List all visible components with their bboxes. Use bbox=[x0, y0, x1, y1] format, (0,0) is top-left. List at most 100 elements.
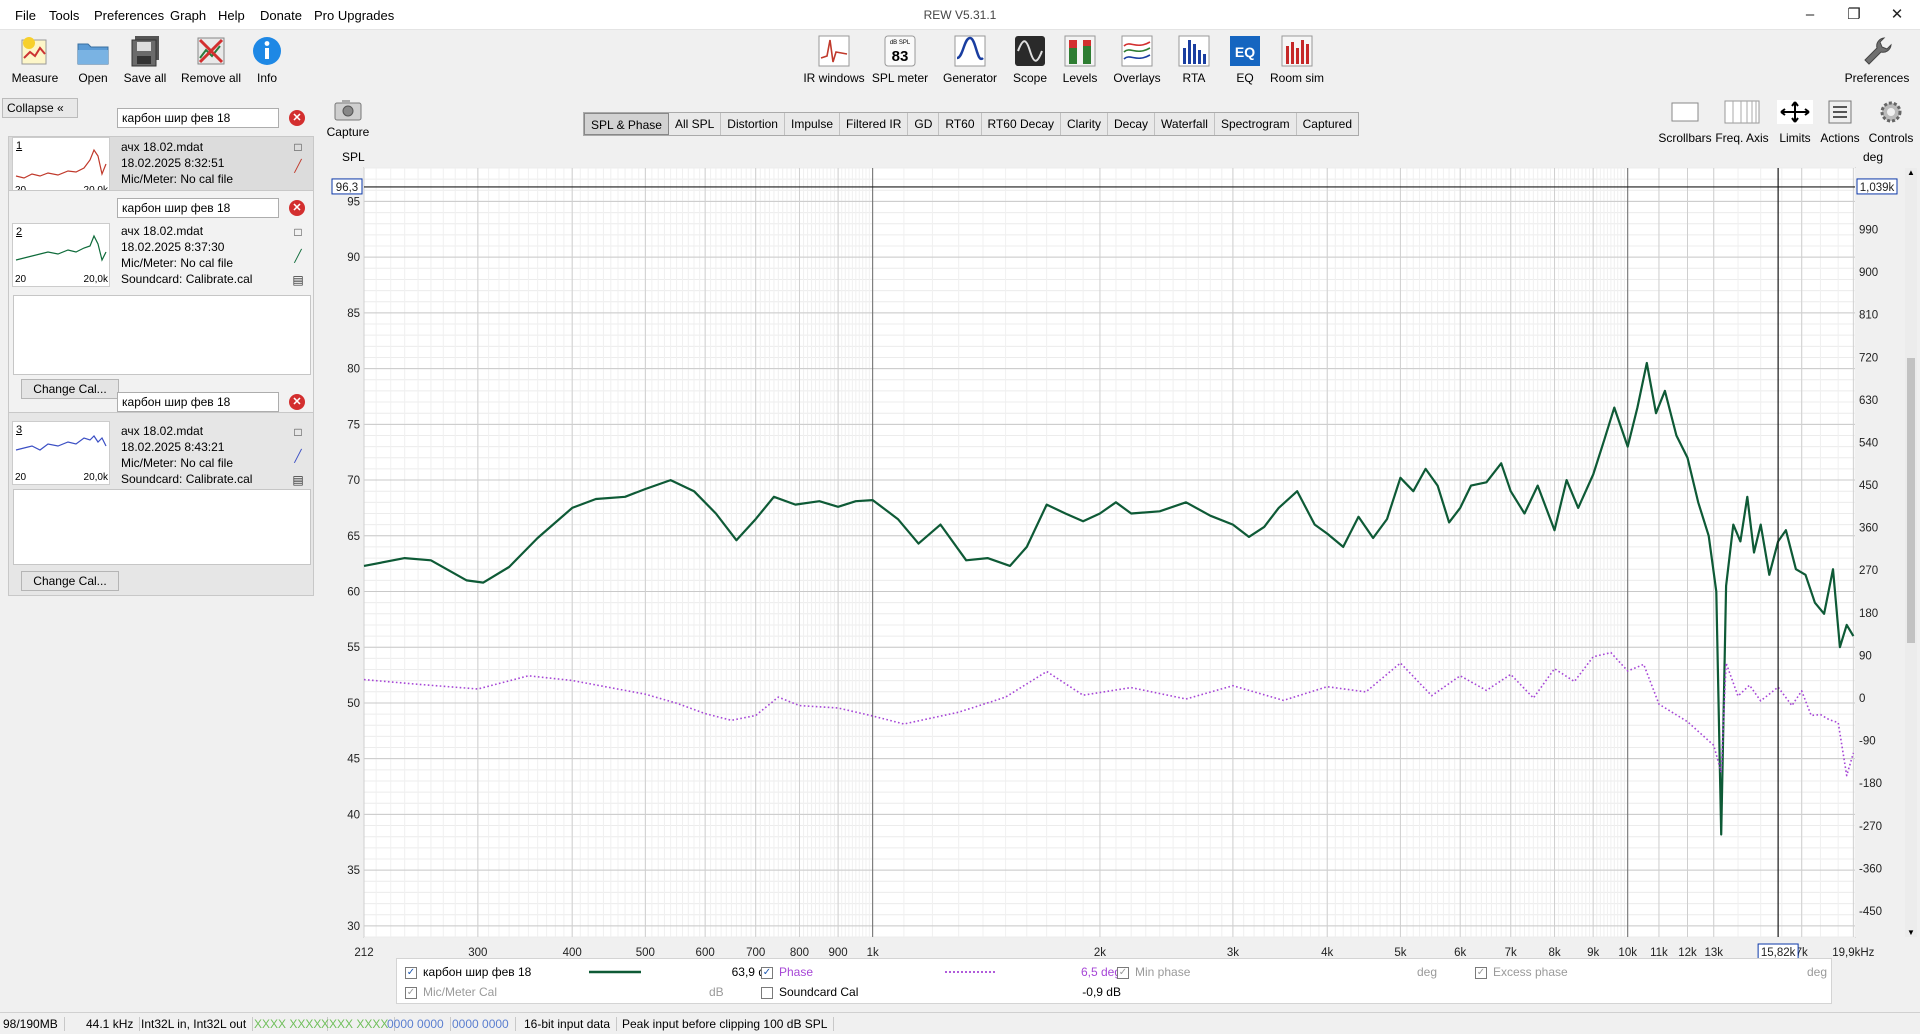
y-tick-label: 30 bbox=[347, 921, 360, 933]
remove-measurement-2-button[interactable]: ✕ bbox=[289, 200, 305, 216]
tab-all-spl[interactable]: All SPL bbox=[669, 113, 722, 135]
save-all-button[interactable]: Save all bbox=[110, 34, 180, 90]
measurement-name-input-1[interactable]: карбон шир фев 18 bbox=[117, 108, 279, 128]
room-sim-button[interactable]: Room sim bbox=[1262, 34, 1332, 90]
tab-spectrogram[interactable]: Spectrogram bbox=[1215, 113, 1297, 135]
tab-rt60-decay[interactable]: RT60 Decay bbox=[982, 113, 1061, 135]
measurement-soundcard-3: Soundcard: Calibrate.cal bbox=[121, 472, 253, 486]
tab-filtered-ir[interactable]: Filtered IR bbox=[840, 113, 909, 135]
cursor-phase-box bbox=[1856, 178, 1898, 195]
y2-tick-label: -450 bbox=[1859, 906, 1882, 918]
menu-tools[interactable]: Tools bbox=[49, 8, 79, 23]
spl-meter-label: SPL meter bbox=[871, 71, 929, 85]
svg-text:EQ: EQ bbox=[1235, 44, 1255, 60]
trace-spl-value: 63,9 dB bbox=[731, 965, 773, 979]
measurement-name-input-3[interactable]: карбон шир фев 18 bbox=[117, 392, 279, 412]
pen-icon-3[interactable]: ╱ bbox=[291, 449, 305, 463]
freq-axis-label: Freq. Axis bbox=[1715, 131, 1769, 145]
min-phase-checkbox[interactable]: ✓ bbox=[1117, 967, 1129, 979]
y-tick-label: 60 bbox=[347, 587, 360, 599]
menu-donate[interactable]: Donate bbox=[260, 8, 302, 23]
menu-file[interactable]: File bbox=[15, 8, 36, 23]
min-phase-label: Min phase bbox=[1135, 965, 1191, 979]
graph-legend: ✓ карбон шир фев 18 63,9 dB ✓ Phase 6,5 … bbox=[396, 958, 1832, 1004]
y2-tick-label: 0 bbox=[1859, 693, 1865, 705]
tab-clarity[interactable]: Clarity bbox=[1061, 113, 1109, 135]
measurement-mic-1: Mic/Meter: No cal file bbox=[121, 172, 234, 186]
controls-label: Controls bbox=[1868, 131, 1914, 145]
collapse-button[interactable]: Collapse « bbox=[2, 98, 78, 118]
change-cal-button-2[interactable]: Change Cal... bbox=[21, 379, 119, 399]
menu-graph[interactable]: Graph bbox=[170, 8, 206, 23]
y-tick-label: 90 bbox=[347, 252, 360, 264]
measurement-file-1: ачх 18.02.mdat bbox=[121, 140, 204, 154]
minimize-button[interactable]: – bbox=[1790, 4, 1830, 26]
limits-icon bbox=[1777, 100, 1813, 124]
notes-box-2[interactable] bbox=[13, 295, 311, 375]
capture-label: Capture bbox=[326, 125, 370, 139]
y-tick-label: 45 bbox=[347, 754, 360, 766]
graph-color-icon-2[interactable]: □ bbox=[291, 225, 305, 239]
y2-tick-label: -270 bbox=[1859, 821, 1882, 833]
trace-checkbox[interactable]: ✓ bbox=[405, 967, 417, 979]
camera-icon bbox=[334, 100, 362, 121]
measurement-card-1[interactable]: 1 20 20,0k ачх 18.02.mdat 18.02.2025 8:3… bbox=[8, 136, 314, 198]
menu-preferences[interactable]: Preferences bbox=[94, 8, 164, 23]
remove-measurement-1-button[interactable]: ✕ bbox=[289, 110, 305, 126]
scrollbars-button[interactable]: Scrollbars bbox=[1655, 100, 1715, 145]
scroll-up-icon[interactable]: ▲ bbox=[1905, 168, 1917, 177]
menu-pro-upgrades[interactable]: Pro Upgrades bbox=[314, 8, 394, 23]
tab-rt60[interactable]: RT60 bbox=[939, 113, 982, 135]
soundcard-cal-checkbox[interactable] bbox=[761, 987, 773, 999]
tab-decay[interactable]: Decay bbox=[1108, 113, 1156, 135]
scroll-down-icon[interactable]: ▼ bbox=[1905, 928, 1917, 937]
capture-button[interactable]: Capture bbox=[326, 98, 370, 139]
phase-checkbox[interactable]: ✓ bbox=[761, 967, 773, 979]
notes-box-3[interactable] bbox=[13, 489, 311, 565]
preferences-button[interactable]: Preferences bbox=[1842, 34, 1912, 90]
thumb-lo-2: 20 bbox=[15, 274, 27, 285]
remove-measurement-3-button[interactable]: ✕ bbox=[289, 394, 305, 410]
change-cal-button-3[interactable]: Change Cal... bbox=[21, 571, 119, 591]
maximize-button[interactable]: ❐ bbox=[1834, 4, 1874, 26]
freq-axis-button[interactable]: Freq. Axis bbox=[1712, 100, 1772, 145]
scrollbar-thumb[interactable] bbox=[1907, 358, 1915, 643]
pen-icon-1[interactable]: ╱ bbox=[291, 159, 305, 173]
main-toolbar: Measure Open Save all Remove all Info IR… bbox=[0, 30, 1920, 92]
close-window-button[interactable]: ✕ bbox=[1877, 4, 1917, 26]
tab-captured[interactable]: Captured bbox=[1297, 113, 1358, 135]
controls-button[interactable]: Controls bbox=[1861, 100, 1920, 145]
y-tick-label: 55 bbox=[347, 642, 360, 654]
mic-cal-checkbox[interactable]: ✓ bbox=[405, 987, 417, 999]
thumbnail-2: 2 20 20,0k bbox=[12, 223, 110, 287]
excess-phase-checkbox[interactable]: ✓ bbox=[1475, 967, 1487, 979]
tab-gd[interactable]: GD bbox=[908, 113, 940, 135]
info-button[interactable]: Info bbox=[232, 34, 302, 90]
preferences-label: Preferences bbox=[1844, 71, 1910, 85]
vertical-scrollbar[interactable]: ▲ ▼ bbox=[1905, 168, 1917, 937]
menu-help[interactable]: Help bbox=[218, 8, 245, 23]
tab-distortion[interactable]: Distortion bbox=[721, 113, 785, 135]
measure-icon bbox=[21, 37, 47, 65]
rta-icon bbox=[1178, 35, 1210, 67]
measurement-file-3: ачх 18.02.mdat bbox=[121, 424, 204, 438]
ir-windows-button[interactable]: IR windows bbox=[799, 34, 869, 90]
scrollbars-icon bbox=[1671, 102, 1699, 122]
spl-meter-button[interactable]: dB SPL 83 SPL meter bbox=[865, 34, 935, 90]
y-tick-label: 75 bbox=[347, 419, 360, 431]
tab-waterfall[interactable]: Waterfall bbox=[1155, 113, 1215, 135]
cursor-spl-box bbox=[331, 178, 363, 195]
measurement-name-input-2[interactable]: карбон шир фев 18 bbox=[117, 198, 279, 218]
document-icon-3[interactable]: ▤ bbox=[291, 473, 305, 487]
tab-spl-phase[interactable]: SPL & Phase bbox=[584, 113, 669, 135]
graph-color-icon-3[interactable]: □ bbox=[291, 425, 305, 439]
graph-color-icon-1[interactable]: □ bbox=[291, 140, 305, 154]
measurement-soundcard-2: Soundcard: Calibrate.cal bbox=[121, 272, 253, 286]
thumb-hi-2: 20,0k bbox=[83, 274, 108, 285]
pen-icon-2[interactable]: ╱ bbox=[291, 249, 305, 263]
document-icon-2[interactable]: ▤ bbox=[291, 273, 305, 287]
tab-impulse[interactable]: Impulse bbox=[785, 113, 841, 135]
menu-bar: File Tools Preferences Graph Help Donate… bbox=[0, 0, 1920, 30]
y2-tick-label: -180 bbox=[1859, 778, 1882, 790]
measurement-card-3[interactable]: 3 20 20,0k ачх 18.02.mdat 18.02.2025 8:4… bbox=[8, 412, 314, 596]
